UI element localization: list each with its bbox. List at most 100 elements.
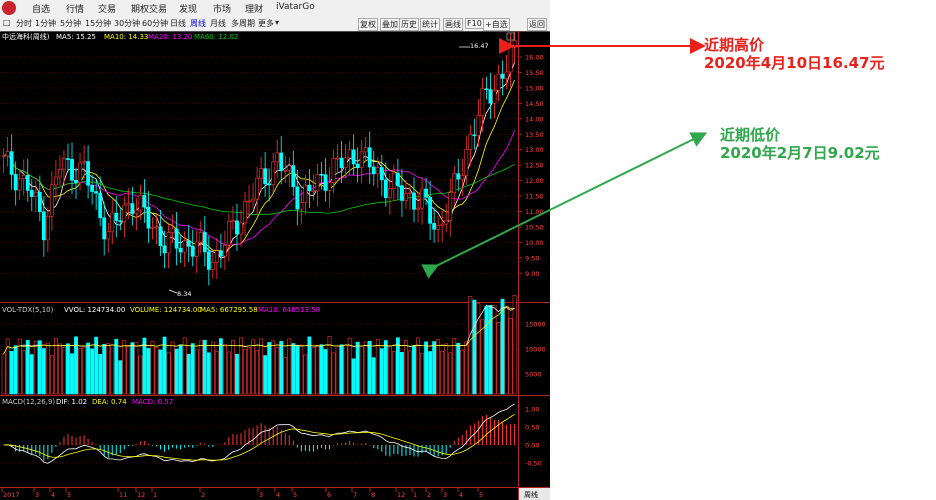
volume-bar <box>323 349 328 395</box>
price-tick-label: 16.00 <box>525 54 544 62</box>
volume-bar <box>432 341 437 395</box>
more-dropdown-icon[interactable]: ▾ <box>275 18 279 27</box>
f10-button[interactable]: F10 <box>465 18 484 29</box>
adjust-button[interactable]: 复权 <box>358 18 378 31</box>
volume-bar <box>343 344 348 395</box>
candle-body <box>395 172 400 186</box>
period-tab-daily[interactable]: 日线 <box>170 18 186 29</box>
period-tab-weekly[interactable]: 周线 <box>190 18 206 29</box>
candle-body <box>74 179 78 183</box>
period-tab-5min[interactable]: 5分钟 <box>60 18 81 29</box>
candle-body <box>492 90 497 104</box>
draw-button[interactable]: 画线 <box>443 18 463 31</box>
candle-body <box>259 168 264 179</box>
volume-tick-label: 10000 <box>525 346 546 354</box>
candle-body <box>295 186 300 210</box>
menu-item-trade[interactable]: 交易 <box>98 2 116 15</box>
volume-bar <box>222 343 227 395</box>
candle-body <box>456 173 461 180</box>
price-tick-label: 13.50 <box>525 131 544 139</box>
period-tab-60min[interactable]: 60分钟 <box>142 18 168 29</box>
volume-bar <box>251 339 255 395</box>
chart-area[interactable]: 16.00 15.50 15.00 14.50 14.00 13.50 13.00 12.50… <box>0 31 550 500</box>
stats-button[interactable]: 统计 <box>420 18 440 31</box>
volume-bar <box>142 337 147 395</box>
volume-bar <box>58 343 62 395</box>
volume-bar <box>355 341 360 395</box>
volume-bar <box>29 354 34 395</box>
volume-bar <box>504 305 509 395</box>
candle-body <box>480 88 485 116</box>
menu-item-ivatargo[interactable]: iVatarGo <box>276 2 315 12</box>
period-tab-multi[interactable]: 多周期 <box>231 18 255 29</box>
ma5-label: MA5: 15.25 <box>56 33 96 41</box>
back-button[interactable]: 返回 <box>527 18 547 31</box>
volume-bar <box>118 360 123 395</box>
candle-body <box>472 134 477 137</box>
period-tab-15min[interactable]: 15分钟 <box>85 18 111 29</box>
candle-body <box>13 174 18 191</box>
low-annotation-detail: 2020年2月7日9.02元 <box>720 144 880 162</box>
candle-body <box>239 222 243 235</box>
volume-bar <box>235 353 239 395</box>
candle-body <box>279 152 284 171</box>
candle-body <box>202 232 207 253</box>
price-tick-label: 10.00 <box>525 239 544 247</box>
volume-bar <box>508 318 513 395</box>
candle-body <box>383 179 388 199</box>
volume-bar <box>279 341 284 395</box>
volume-bar <box>170 341 175 395</box>
price-tick-label: 15.00 <box>525 84 544 92</box>
volume-bar <box>371 357 376 395</box>
candle-body <box>436 225 441 230</box>
volume-bar <box>33 340 38 395</box>
menu-item-discover[interactable]: 发现 <box>179 2 197 15</box>
candle-body <box>404 193 408 201</box>
x-axis-label: 12 <box>137 491 145 499</box>
x-axis-label: 12 <box>397 491 405 499</box>
toolbar-checkbox-icon[interactable]: □ <box>3 18 11 27</box>
overlay-button[interactable]: 叠加 <box>380 18 400 31</box>
period-tab-more[interactable]: 更多 <box>258 18 274 29</box>
candle-body <box>355 163 360 169</box>
price-tick-label: 9.00 <box>525 270 539 278</box>
candle-body <box>17 178 22 191</box>
menu-item-market[interactable]: 市场 <box>213 2 231 15</box>
candle-body <box>49 184 54 217</box>
candle-body <box>29 190 34 197</box>
volume-bar <box>86 342 91 395</box>
candle-body <box>327 182 332 191</box>
candle-body <box>186 240 191 247</box>
period-tab-30min[interactable]: 30分钟 <box>114 18 140 29</box>
menu-item-finance[interactable]: 理财 <box>245 2 263 15</box>
add-watchlist-button[interactable]: +自选 <box>483 18 510 31</box>
candle-body <box>86 161 91 186</box>
candle-body <box>440 223 445 226</box>
x-axis-label: 6 <box>327 491 331 499</box>
menu-item-options[interactable]: 期权交易 <box>131 2 167 15</box>
volume-bar <box>351 358 356 395</box>
history-button[interactable]: 历史 <box>399 18 419 31</box>
volume-bar <box>275 347 280 395</box>
price-tick-label: 15.50 <box>525 69 544 77</box>
volume-bar <box>412 345 416 395</box>
volume-bar <box>395 337 400 395</box>
candle-body <box>78 162 82 183</box>
candle-body <box>267 183 272 186</box>
volume-bar <box>13 345 18 395</box>
menu-item-watchlist[interactable]: 自选 <box>32 2 50 15</box>
period-tab-monthly[interactable]: 月线 <box>210 18 226 29</box>
x-axis-label: 8 <box>371 491 375 499</box>
volume-bar <box>45 342 50 395</box>
volume-bar <box>488 304 493 395</box>
menu-item-quotes[interactable]: 行情 <box>66 2 84 15</box>
period-tab-1min[interactable]: 1分钟 <box>35 18 56 29</box>
candle-body <box>231 220 235 223</box>
candle-body <box>5 151 10 157</box>
period-tab-intraday[interactable]: 分时 <box>16 18 32 29</box>
volume-bar <box>408 350 412 395</box>
candle-body <box>476 115 481 136</box>
volume-bar <box>367 340 372 395</box>
vol-header-label: VOL-TDX(5,10) <box>2 306 54 314</box>
candle-body <box>303 184 308 203</box>
